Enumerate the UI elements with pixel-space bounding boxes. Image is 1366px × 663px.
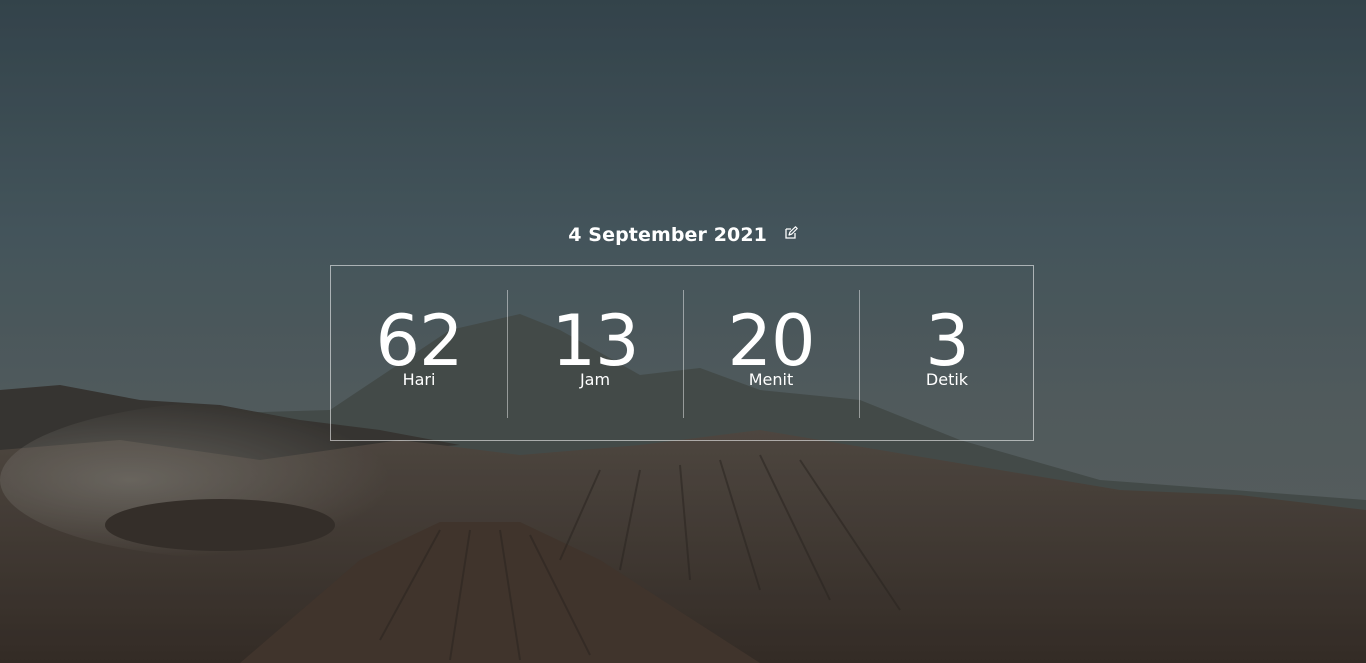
countdown-hours: 13 Jam [507, 290, 683, 418]
hours-label: Jam [579, 370, 611, 389]
countdown-box: 62 Hari 13 Jam 20 Menit 3 Detik [330, 265, 1034, 441]
minutes-value: 20 [727, 300, 815, 382]
countdown-seconds: 3 Detik [859, 290, 1035, 418]
days-value: 62 [375, 300, 463, 382]
countdown-minutes: 20 Menit [683, 290, 859, 418]
minutes-label: Menit [748, 370, 794, 389]
hours-value: 13 [551, 300, 639, 382]
seconds-label: Detik [925, 370, 969, 389]
countdown-days: 62 Hari [331, 290, 507, 418]
countdown-page: 4 September 2021 62 Hari 13 Jam 20 Menit… [0, 0, 1366, 663]
target-date-row: 4 September 2021 [0, 224, 1366, 246]
seconds-value: 3 [925, 300, 970, 382]
edit-icon[interactable] [784, 223, 798, 245]
days-label: Hari [402, 370, 436, 389]
target-date-label: 4 September 2021 [568, 224, 767, 246]
